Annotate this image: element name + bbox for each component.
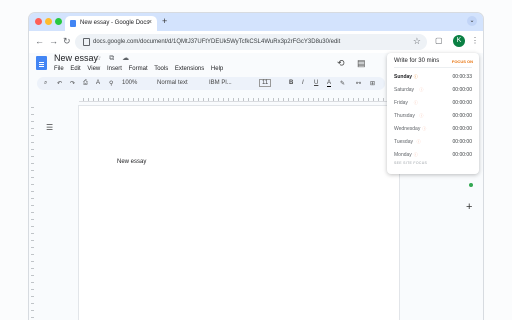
horizontal-ruler[interactable]: [79, 93, 399, 102]
docs-home-icon[interactable]: [36, 56, 47, 70]
bold-icon[interactable]: B: [289, 80, 293, 86]
day-row: Wednesday ⓘ 00:00:00: [394, 123, 472, 135]
zoom-select[interactable]: 100%: [122, 80, 137, 86]
info-icon: ⓘ: [422, 126, 427, 131]
day-row: Monday ⓘ 00:00:00: [394, 149, 472, 161]
comments-icon[interactable]: ▤: [357, 58, 366, 69]
format-toolbar: ⌕ ↶ ↷ ⎙ A ⚲ 100% Normal text IBM Pl... 1…: [37, 77, 385, 90]
day-label: Tuesday: [394, 139, 413, 145]
tab-search-icon[interactable]: ⌄: [467, 16, 477, 26]
day-label: Friday: [394, 100, 408, 106]
document-page[interactable]: [79, 106, 399, 320]
tab-strip: New essay - Google Docs × + ⌄: [29, 13, 483, 31]
underline-icon[interactable]: U: [314, 80, 318, 86]
popup-title: Write for 30 mins: [394, 58, 440, 64]
address-bar[interactable]: docs.google.com/document/d/1QMtJ37UFtYDE…: [75, 34, 427, 50]
day-row: Tuesday ⓘ 00:00:00: [394, 136, 472, 148]
day-label: Wednesday: [394, 126, 421, 132]
redo-icon[interactable]: ↷: [70, 80, 75, 87]
info-icon: ⓘ: [413, 100, 418, 105]
menu-extensions[interactable]: Extensions: [175, 66, 204, 72]
vertical-ruler[interactable]: [29, 101, 35, 320]
browser-toolbar: ← → ↻ docs.google.com/document/d/1QMtJ37…: [29, 31, 483, 53]
text-color-icon[interactable]: A: [327, 80, 332, 87]
version-history-icon[interactable]: ⟲: [337, 58, 345, 69]
menu-insert[interactable]: Insert: [107, 66, 122, 72]
menu-tools[interactable]: Tools: [154, 66, 168, 72]
menu-help[interactable]: Help: [211, 66, 223, 72]
day-row: Sunday ⓘ 00:00:33: [394, 71, 472, 83]
site-info-icon[interactable]: [83, 38, 90, 46]
add-side-panel-icon[interactable]: +: [466, 201, 472, 213]
url-text: docs.google.com/document/d/1QMtJ37UFtYDE…: [93, 39, 341, 45]
menu-file[interactable]: File: [54, 66, 64, 72]
info-icon: ⓘ: [416, 139, 421, 144]
search-menus-icon[interactable]: ⌕: [44, 80, 47, 87]
maximize-window-button[interactable]: [55, 18, 62, 25]
profile-avatar[interactable]: K: [453, 35, 465, 47]
spellcheck-icon[interactable]: A: [96, 80, 100, 86]
day-time: 00:00:00: [452, 126, 472, 132]
day-row: Saturday ⓘ 00:00:00: [394, 84, 472, 96]
minimize-window-button[interactable]: [45, 18, 52, 25]
info-icon: ⓘ: [413, 152, 418, 157]
day-time: 00:00:00: [452, 152, 472, 158]
see-site-focus-link[interactable]: SEE SITE FOCUS: [394, 161, 427, 165]
day-row: Thursday ⓘ 00:00:00: [394, 110, 472, 122]
font-size-input[interactable]: 11: [259, 79, 272, 87]
forward-icon[interactable]: →: [49, 36, 58, 46]
tab-title: New essay - Google Docs: [80, 20, 150, 26]
highlight-icon[interactable]: ✎: [340, 80, 345, 87]
day-label: Thursday: [394, 113, 415, 119]
day-label: Sunday: [394, 74, 413, 80]
reload-icon[interactable]: ↻: [63, 36, 71, 47]
focus-timer-popup: Write for 30 mins FOCUS ON Sunday ⓘ 00:00:…: [387, 53, 479, 174]
paint-format-icon[interactable]: ⚲: [109, 80, 113, 87]
docs-favicon-icon: [70, 20, 76, 27]
extensions-icon[interactable]: ▢: [435, 36, 443, 45]
new-tab-button[interactable]: +: [162, 16, 167, 26]
info-icon: ⓘ: [419, 113, 424, 118]
italic-icon[interactable]: I: [302, 80, 304, 86]
day-time: 00:00:00: [452, 100, 472, 106]
day-time: 00:00:33: [452, 74, 472, 80]
browser-menu-icon[interactable]: ⋮: [471, 36, 479, 45]
font-select[interactable]: IBM Pl...: [209, 80, 232, 86]
bookmark-star-icon[interactable]: ☆: [413, 36, 421, 47]
info-icon: ⓘ: [413, 74, 418, 79]
day-time: 00:00:00: [452, 139, 472, 145]
info-icon: ⓘ: [419, 87, 424, 92]
day-row: Friday ⓘ 00:00:00: [394, 97, 472, 109]
add-comment-icon[interactable]: ⊞: [370, 80, 375, 87]
undo-icon[interactable]: ↶: [57, 80, 62, 87]
meet-status-icon[interactable]: [469, 183, 473, 187]
close-window-button[interactable]: [35, 18, 42, 25]
docs-menu-bar: File Edit View Insert Format Tools Exten…: [54, 66, 228, 72]
star-move-cloud-icons[interactable]: ☆ ⧉ ☁: [95, 54, 132, 63]
document-body-text[interactable]: New essay: [117, 159, 146, 165]
style-select[interactable]: Normal text: [157, 80, 188, 86]
day-time: 00:00:00: [452, 113, 472, 119]
menu-format[interactable]: Format: [129, 66, 148, 72]
menu-edit[interactable]: Edit: [70, 66, 80, 72]
tab-close-icon[interactable]: ×: [148, 19, 152, 26]
back-icon[interactable]: ←: [35, 36, 44, 46]
document-outline-icon[interactable]: ☰: [46, 123, 53, 132]
focus-status-toggle[interactable]: FOCUS ON: [452, 59, 473, 64]
day-label: Monday: [394, 152, 412, 158]
print-icon[interactable]: ⎙: [83, 80, 88, 87]
tab-docs[interactable]: New essay - Google Docs ×: [65, 16, 157, 31]
document-title[interactable]: New essay: [54, 53, 98, 63]
insert-link-icon[interactable]: ⚯: [356, 80, 361, 87]
day-time: 00:00:00: [452, 87, 472, 93]
day-label: Saturday: [394, 87, 415, 93]
divider: [394, 67, 472, 68]
menu-view[interactable]: View: [87, 66, 100, 72]
